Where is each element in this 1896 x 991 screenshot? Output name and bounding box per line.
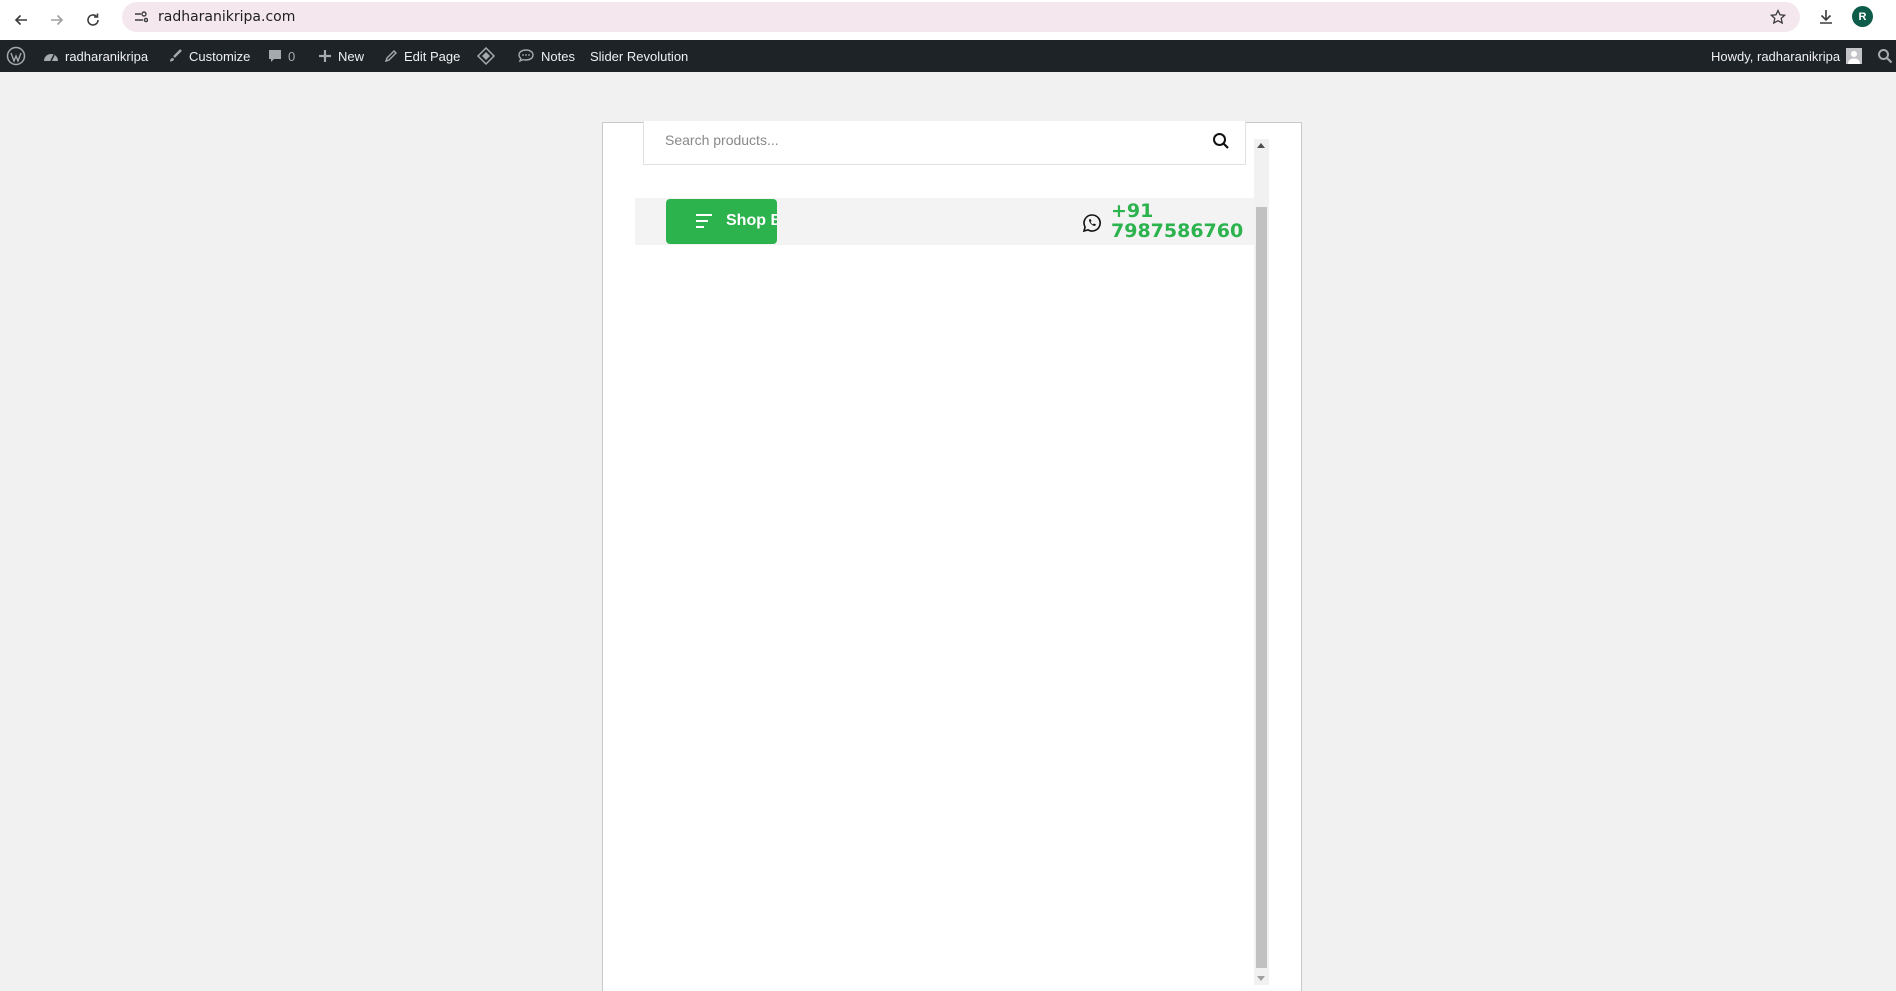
site-name: radharanikripa [65, 48, 149, 64]
url-text[interactable]: radharanikripa.com [158, 9, 295, 25]
admin-customize[interactable]: Customize [167, 40, 250, 72]
scroll-down-arrow-icon[interactable] [1257, 976, 1265, 981]
whatsapp-contact[interactable]: +91 7987586760 [1082, 201, 1243, 241]
pencil-icon [384, 49, 398, 63]
menu-lines-icon [696, 214, 712, 228]
admin-notes[interactable]: Notes [517, 40, 575, 72]
edit-page-label: Edit Page [404, 48, 461, 64]
phone-number[interactable]: +91 7987586760 [1111, 201, 1243, 241]
preview-scrollbar[interactable] [1254, 139, 1269, 985]
notes-bubble-icon [517, 48, 535, 64]
admin-account[interactable]: Howdy, radharanikripa [1711, 40, 1863, 72]
download-icon[interactable] [1814, 5, 1838, 29]
diamond-plugin-icon[interactable] [476, 40, 496, 72]
admin-edit-page[interactable]: Edit Page [384, 40, 460, 72]
search-placeholder[interactable]: Search products... [665, 132, 779, 148]
comments-count: 0 [288, 48, 296, 64]
new-label: New [338, 48, 365, 64]
notes-label: Notes [541, 48, 575, 64]
admin-comments[interactable]: 0 [268, 40, 295, 72]
shop-button-label: Shop B [726, 212, 777, 229]
howdy-label: Howdy, radharanikripa [1711, 48, 1841, 64]
address-bar[interactable]: radharanikripa.com [122, 2, 1800, 32]
user-avatar-icon [1846, 48, 1863, 64]
scroll-up-arrow-icon[interactable] [1257, 143, 1265, 148]
brush-icon [167, 48, 183, 64]
scroll-thumb[interactable] [1256, 207, 1267, 968]
phone-country-code: +91 [1111, 200, 1154, 222]
search-icon[interactable] [1211, 131, 1231, 151]
customize-label: Customize [189, 48, 251, 64]
product-search-field[interactable]: Search products... [643, 121, 1246, 165]
admin-site-menu[interactable]: radharanikripa [43, 40, 148, 72]
plus-icon [318, 49, 332, 63]
comment-bubble-icon [268, 49, 282, 63]
whatsapp-icon [1082, 214, 1101, 233]
slider-revolution-label: Slider Revolution [590, 48, 689, 64]
browser-toolbar: radharanikripa.com R [0, 0, 1896, 40]
back-icon[interactable] [6, 5, 36, 35]
site-settings-icon[interactable] [132, 8, 150, 26]
admin-search-icon[interactable] [1877, 40, 1893, 72]
profile-avatar[interactable]: R [1852, 6, 1873, 27]
dashboard-icon [43, 49, 59, 63]
admin-new[interactable]: New [318, 40, 364, 72]
reload-icon[interactable] [78, 5, 108, 35]
wordpress-logo-icon[interactable] [6, 40, 26, 72]
shop-by-category-button[interactable]: Shop B [666, 199, 777, 244]
bookmark-star-icon[interactable] [1768, 7, 1788, 27]
site-preview-frame: Search products... Shop B +91 7987586760 [602, 121, 1302, 991]
forward-icon[interactable] [42, 5, 72, 35]
wp-admin-bar: radharanikripa Customize 0 New Edit Page… [0, 40, 1896, 72]
shop-header-bar: Shop B +91 7987586760 [635, 198, 1254, 245]
phone-digits: 7987586760 [1111, 220, 1244, 242]
admin-slider-revolution[interactable]: Slider Revolution [590, 40, 688, 72]
